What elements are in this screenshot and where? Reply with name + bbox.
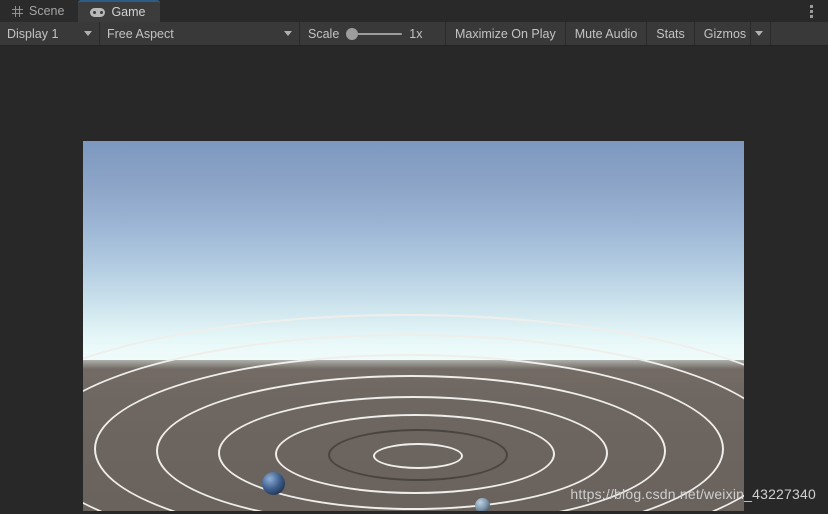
tab-game-label: Game [111, 4, 146, 19]
game-view-backdrop: https://blog.csdn.net/weixin_43227340 [0, 47, 828, 514]
tab-scene-label: Scene [29, 3, 65, 18]
tab-scene[interactable]: Scene [0, 0, 79, 22]
watermark-text: https://blog.csdn.net/weixin_43227340 [570, 486, 816, 502]
unity-game-window: Scene Game Display 1 Free Aspect Scale 1… [0, 0, 828, 514]
scale-slider-knob[interactable] [346, 27, 359, 40]
planet-earth-large [261, 471, 285, 495]
grid-icon [12, 5, 23, 17]
tab-bar: Scene Game [0, 0, 828, 22]
chevron-down-icon [84, 31, 92, 36]
chevron-down-icon [284, 31, 292, 36]
scale-value: 1x [409, 26, 423, 41]
game-view-toolbar: Display 1 Free Aspect Scale 1x Maximize … [0, 22, 828, 46]
chevron-down-icon [755, 31, 764, 36]
orbit-8-neptune [83, 314, 744, 511]
aspect-ratio-dropdown[interactable]: Free Aspect [100, 22, 300, 45]
tab-game[interactable]: Game [78, 0, 160, 22]
maximize-on-play-button[interactable]: Maximize On Play [446, 22, 566, 45]
planet-uranus [474, 497, 490, 511]
scale-label: Scale [308, 26, 340, 41]
game-view-render[interactable] [83, 141, 744, 511]
scale-slider-track [354, 32, 403, 35]
display-dropdown[interactable]: Display 1 [0, 22, 100, 45]
scale-slider-group[interactable]: Scale 1x [300, 22, 446, 45]
mute-audio-button[interactable]: Mute Audio [566, 22, 648, 45]
display-dropdown-label: Display 1 [7, 26, 59, 41]
stats-button[interactable]: Stats [647, 22, 695, 45]
kebab-menu-icon[interactable] [802, 0, 820, 22]
aspect-ratio-label: Free Aspect [107, 26, 174, 41]
gizmos-dropdown-button[interactable] [750, 22, 772, 45]
scale-slider[interactable] [346, 27, 403, 40]
gamepad-icon [90, 7, 106, 17]
gizmos-button[interactable]: Gizmos [695, 22, 750, 45]
